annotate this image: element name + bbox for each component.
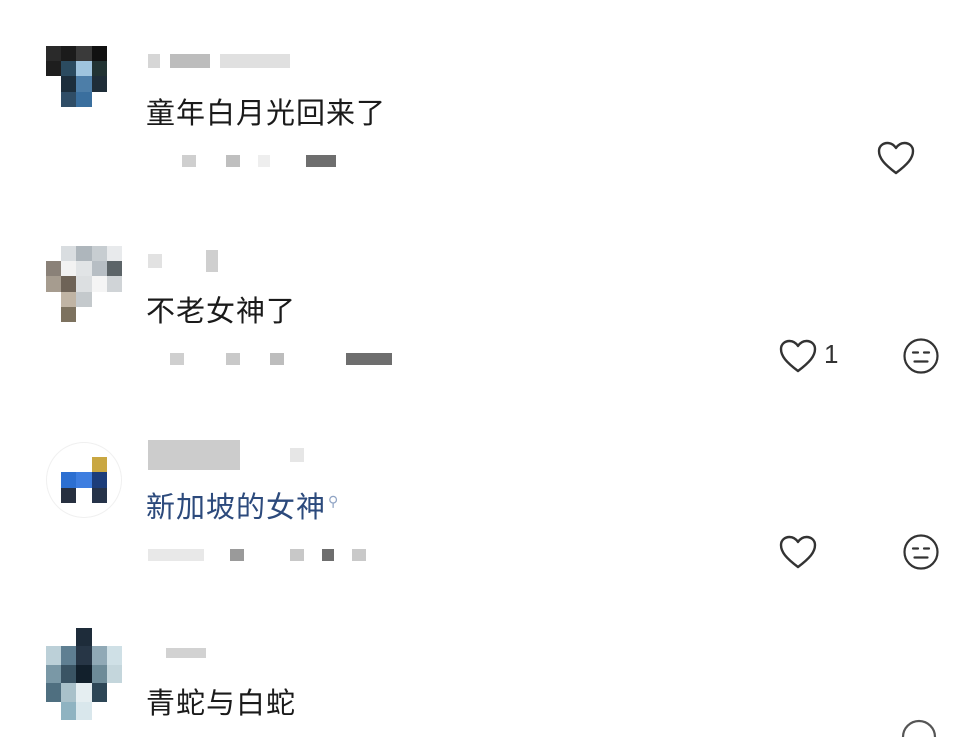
username[interactable] (148, 250, 328, 272)
neutral-face-icon (903, 338, 939, 374)
avatar[interactable] (46, 628, 122, 720)
comment-text: 不老女神了 (146, 294, 297, 328)
neutral-face-icon (903, 534, 939, 570)
username[interactable] (148, 50, 328, 72)
avatar[interactable] (46, 46, 122, 122)
heart-outline-icon (877, 141, 915, 175)
reaction-button[interactable] (902, 337, 940, 375)
comment-meta (148, 152, 428, 170)
comment-meta (148, 350, 428, 368)
username[interactable] (148, 642, 328, 664)
heart-outline-icon (779, 339, 817, 373)
like-button[interactable] (778, 338, 818, 374)
comment-text: 青蛇与白蛇 (146, 686, 297, 720)
comment-text[interactable]: 新加坡的女神 ⚲ (146, 484, 339, 526)
reaction-button[interactable] (902, 533, 940, 571)
like-button[interactable] (876, 140, 916, 176)
like-count: 1 (824, 339, 839, 369)
search-icon: ⚲ (328, 494, 340, 511)
avatar[interactable] (46, 246, 122, 322)
avatar[interactable] (46, 442, 122, 518)
like-button[interactable] (778, 534, 818, 570)
neutral-face-icon[interactable] (900, 719, 938, 739)
comment-text: 童年白月光回来了 (146, 96, 387, 130)
username[interactable] (148, 440, 328, 470)
comment-meta (148, 546, 428, 564)
heart-outline-icon (779, 535, 817, 569)
